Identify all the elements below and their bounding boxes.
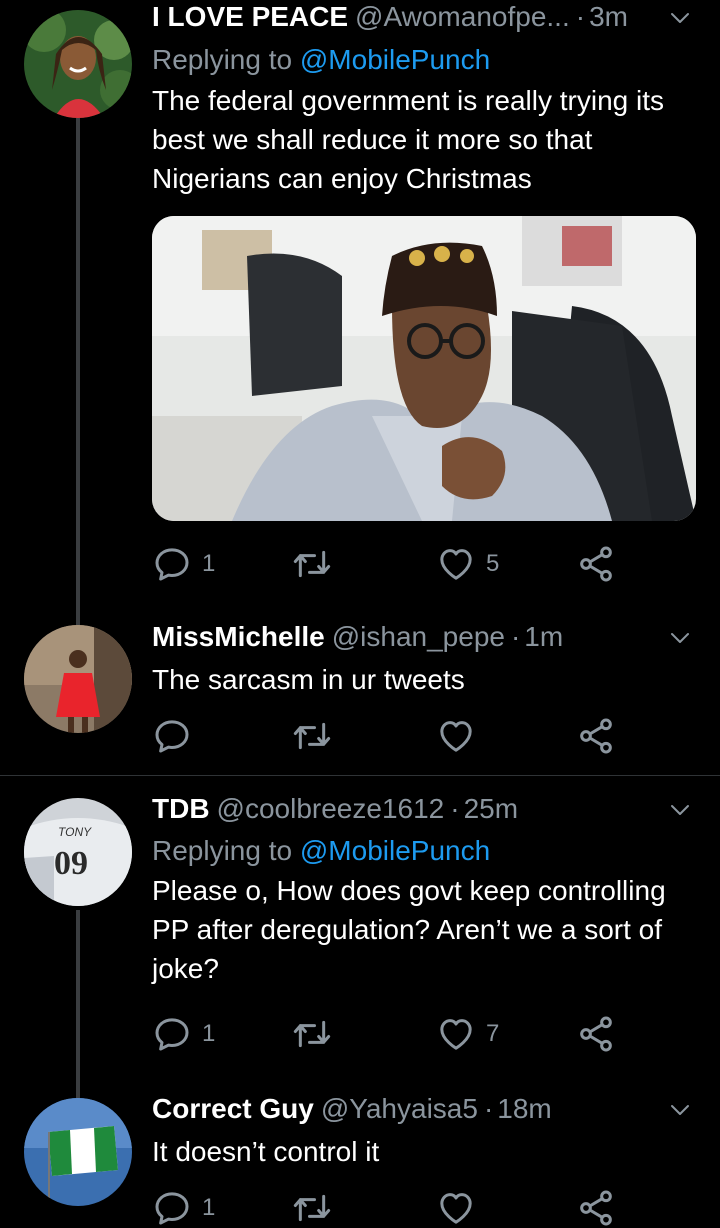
reply-icon bbox=[152, 544, 192, 584]
retweet-icon bbox=[292, 1014, 332, 1054]
avatar[interactable] bbox=[24, 10, 132, 118]
retweet-button[interactable] bbox=[292, 716, 332, 756]
like-button[interactable]: 5 bbox=[436, 544, 499, 584]
tweet-image[interactable] bbox=[152, 216, 696, 521]
tweet-actions: 1 bbox=[152, 1188, 622, 1228]
share-button[interactable] bbox=[576, 1014, 616, 1054]
display-name[interactable]: Correct Guy bbox=[152, 1092, 314, 1126]
share-icon bbox=[576, 1014, 616, 1054]
chevron-down-icon[interactable] bbox=[668, 626, 692, 650]
like-button[interactable] bbox=[436, 1188, 476, 1228]
chevron-down-icon[interactable] bbox=[668, 1098, 692, 1122]
like-count: 5 bbox=[486, 550, 500, 577]
share-button[interactable] bbox=[576, 1188, 616, 1228]
divider bbox=[0, 775, 720, 776]
tweet-text: The federal government is really trying … bbox=[152, 85, 664, 194]
tweet-header: I LOVE PEACE @Awomanofpe... · 3m bbox=[152, 0, 696, 34]
tweet-header: MissMichelle @ishan_pepe · 1m bbox=[152, 620, 696, 654]
jersey-number: 09 bbox=[54, 845, 88, 882]
separator-dot: · bbox=[450, 793, 460, 824]
user-handle[interactable]: @Awomanofpe... bbox=[355, 0, 570, 34]
replying-prefix: Replying to bbox=[152, 44, 293, 75]
tweet-text: It doesn’t control it bbox=[152, 1136, 380, 1167]
thread-line bbox=[76, 910, 80, 1106]
mention-link[interactable]: @MobilePunch bbox=[300, 44, 490, 75]
like-icon bbox=[436, 716, 476, 756]
display-name[interactable]: I LOVE PEACE bbox=[152, 0, 348, 34]
tweet-header: Correct Guy @Yahyaisa5 · 18m bbox=[152, 1092, 696, 1126]
reply-count: 1 bbox=[202, 1020, 216, 1047]
share-button[interactable] bbox=[576, 544, 616, 584]
replying-to: Replying to @MobilePunch bbox=[152, 42, 696, 78]
timestamp[interactable]: 1m bbox=[524, 620, 563, 654]
tweet-4[interactable]: Correct Guy @Yahyaisa5 · 18m It doesn’t … bbox=[0, 1092, 720, 1222]
separator-dot: · bbox=[483, 1093, 494, 1124]
tweet-header: TDB @coolbreeze1612 · 25m bbox=[152, 792, 696, 826]
mention-link[interactable]: @MobilePunch bbox=[300, 835, 490, 866]
share-icon bbox=[576, 544, 616, 584]
reply-icon bbox=[152, 716, 192, 756]
like-icon bbox=[436, 1014, 476, 1054]
like-count: 7 bbox=[486, 1020, 500, 1047]
tweet-text: Please o, How does govt keep controlling… bbox=[152, 875, 666, 984]
tweet-2[interactable]: MissMichelle @ishan_pepe · 1m The sarcas… bbox=[0, 620, 720, 775]
reply-button[interactable]: 1 bbox=[152, 1014, 215, 1054]
display-name[interactable]: MissMichelle bbox=[152, 620, 325, 654]
reply-button[interactable]: 1 bbox=[152, 544, 215, 584]
tweet-1[interactable]: I LOVE PEACE @Awomanofpe... · 3m Replyin… bbox=[0, 0, 720, 628]
thread-line bbox=[76, 118, 80, 628]
replying-to: Replying to @MobilePunch bbox=[152, 833, 696, 869]
tweet-actions: 1 5 bbox=[152, 544, 622, 584]
share-icon bbox=[576, 1188, 616, 1228]
retweet-icon bbox=[292, 544, 332, 584]
chevron-down-icon[interactable] bbox=[668, 6, 692, 30]
retweet-button[interactable] bbox=[292, 1188, 332, 1228]
separator-dot: · bbox=[510, 621, 521, 652]
avatar[interactable] bbox=[24, 625, 132, 733]
reply-button[interactable]: 1 bbox=[152, 1188, 215, 1228]
display-name[interactable]: TDB bbox=[152, 792, 210, 826]
timestamp[interactable]: 18m bbox=[497, 1092, 551, 1126]
tweet-text: The sarcasm in ur tweets bbox=[152, 664, 465, 695]
reply-icon bbox=[152, 1188, 192, 1228]
like-icon bbox=[436, 1188, 476, 1228]
chevron-down-icon[interactable] bbox=[668, 798, 692, 822]
replying-prefix: Replying to bbox=[152, 835, 293, 866]
share-icon bbox=[576, 716, 616, 756]
user-handle[interactable]: @coolbreeze1612 bbox=[217, 792, 445, 826]
like-button[interactable]: 7 bbox=[436, 1014, 499, 1054]
retweet-icon bbox=[292, 716, 332, 756]
retweet-button[interactable] bbox=[292, 1014, 332, 1054]
retweet-icon bbox=[292, 1188, 332, 1228]
like-icon bbox=[436, 544, 476, 584]
timestamp[interactable]: 25m bbox=[464, 792, 518, 826]
user-handle[interactable]: @Yahyaisa5 bbox=[321, 1092, 478, 1126]
user-handle[interactable]: @ishan_pepe bbox=[332, 620, 505, 654]
avatar[interactable] bbox=[24, 1098, 132, 1206]
like-button[interactable] bbox=[436, 716, 476, 756]
reply-count: 1 bbox=[202, 550, 216, 577]
reply-count: 1 bbox=[202, 1194, 216, 1221]
tweet-actions bbox=[152, 716, 622, 756]
tweet-actions: 1 7 bbox=[152, 1014, 622, 1054]
reply-icon bbox=[152, 1014, 192, 1054]
share-button[interactable] bbox=[576, 716, 616, 756]
timestamp[interactable]: 3m bbox=[589, 0, 628, 34]
avatar[interactable]: TONY 09 bbox=[24, 798, 132, 906]
reply-button[interactable] bbox=[152, 716, 202, 756]
separator-dot: · bbox=[575, 1, 586, 32]
jersey-name: TONY bbox=[58, 825, 92, 839]
tweet-3[interactable]: TONY 09 TDB @coolbreeze1612 · 25m Replyi… bbox=[0, 792, 720, 1106]
retweet-button[interactable] bbox=[292, 544, 342, 584]
